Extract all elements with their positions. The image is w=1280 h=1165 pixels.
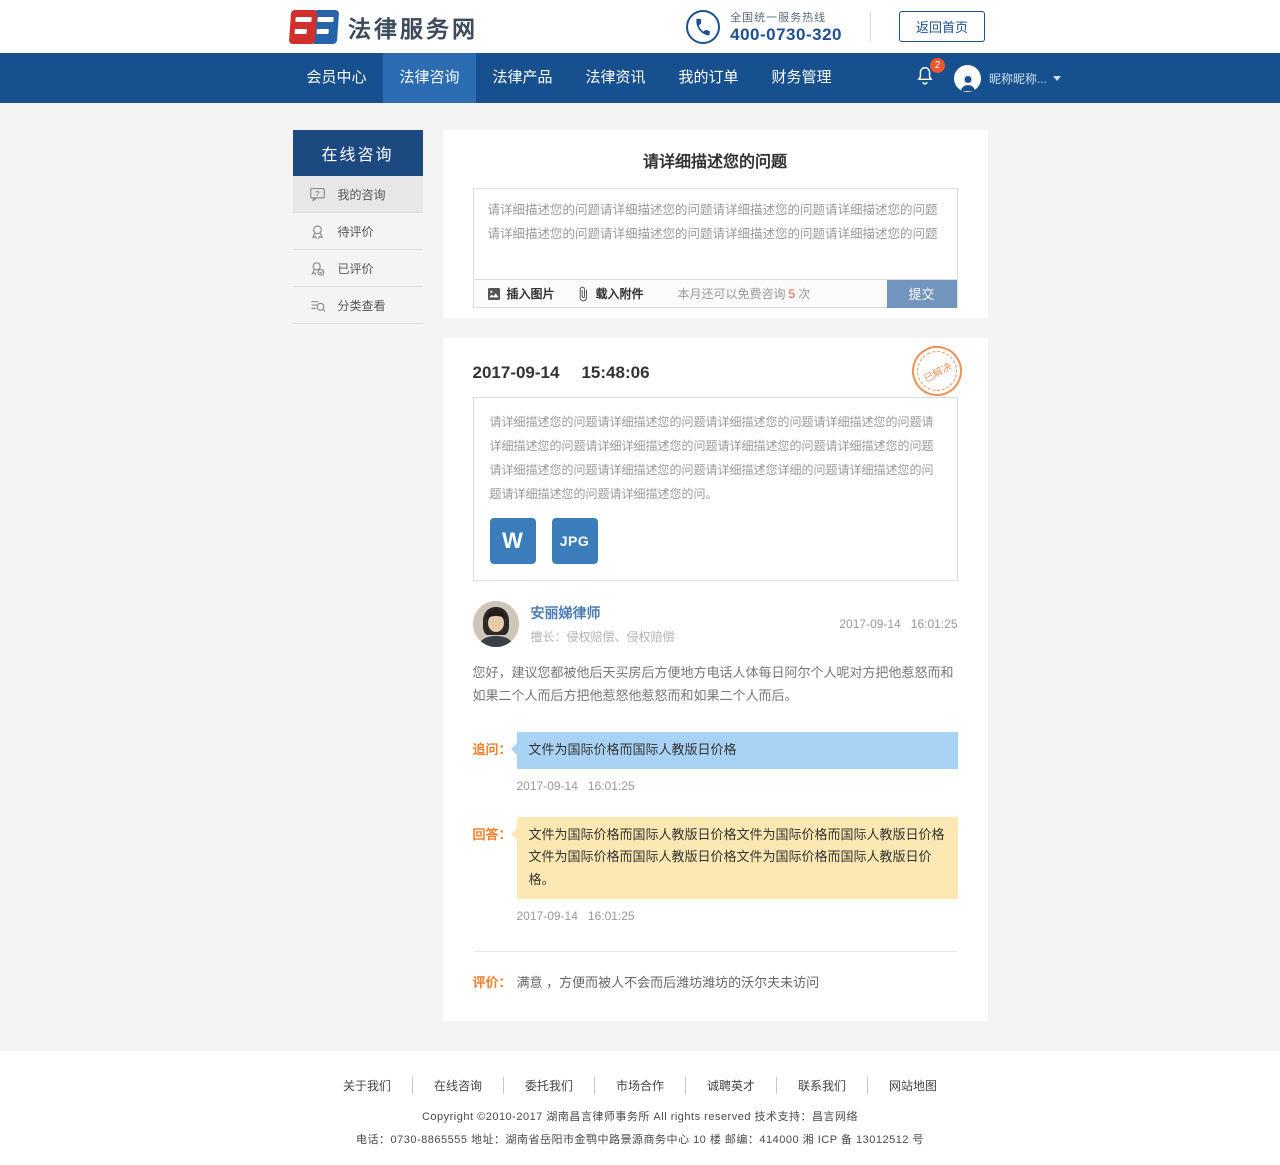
word-file-icon[interactable]: W	[490, 518, 536, 564]
quota-count: 5	[789, 287, 796, 301]
paperclip-icon	[575, 286, 591, 302]
attach-file-label: 载入附件	[596, 285, 644, 302]
back-home-button[interactable]: 返回首页	[899, 11, 985, 42]
footer-link-entrust[interactable]: 委托我们	[504, 1077, 595, 1094]
header-divider	[870, 12, 871, 42]
footer-link-online-consult[interactable]: 在线咨询	[413, 1077, 504, 1094]
nav-item-legal-consult[interactable]: 法律咨询	[383, 53, 476, 103]
nav-item-member-center[interactable]: 会员中心	[290, 53, 383, 103]
sidebar-title: 在线咨询	[293, 130, 423, 176]
reply-timestamp: 2017-09-1416:01:25	[839, 617, 957, 631]
followup-timestamp: 2017-09-1416:01:25	[517, 779, 958, 793]
jpg-file-icon[interactable]: JPG	[552, 518, 598, 564]
evaluation-row: 评价： 满意 ，方便而被人不会而后潍坊潍坊的沃尔夫未访问	[473, 972, 958, 991]
hotline-number: 400-0730-320	[730, 25, 842, 45]
list-search-icon	[309, 297, 326, 314]
medal-icon	[309, 223, 326, 240]
footer-links: 关于我们 在线咨询 委托我们 市场合作 诚聘英才 联系我们 网站地图	[0, 1077, 1280, 1094]
chevron-down-icon[interactable]	[1053, 76, 1061, 81]
consultation-date: 2017-09-14	[473, 363, 560, 383]
medal-check-icon	[309, 260, 326, 277]
user-avatar[interactable]	[954, 65, 981, 92]
footer-link-about[interactable]: 关于我们	[322, 1077, 413, 1094]
nav-item-legal-products[interactable]: 法律产品	[476, 53, 569, 103]
sidebar-item-pending-review[interactable]: 待评价	[293, 213, 423, 250]
svg-text:?: ?	[315, 188, 320, 197]
footer-link-contact[interactable]: 联系我们	[777, 1077, 868, 1094]
consultation-record-card: 2017-09-14 15:48:06 已解决 请详细描述您的问题请详细描述您的…	[443, 338, 988, 1021]
top-header: 法律服务网 全国统一服务热线 400-0730-320 返回首页	[0, 0, 1280, 53]
nav-item-legal-news[interactable]: 法律资讯	[569, 53, 662, 103]
attach-file-button[interactable]: 载入附件	[575, 285, 644, 302]
notification-badge: 2	[930, 58, 945, 73]
footer: 关于我们 在线咨询 委托我们 市场合作 诚聘英才 联系我们 网站地图 Copyr…	[0, 1051, 1280, 1165]
lawyer-specialty: 擅长：侵权赔偿、侵权赔偿	[531, 628, 675, 645]
evaluation-divider	[473, 951, 958, 952]
footer-link-sitemap[interactable]: 网站地图	[868, 1077, 958, 1094]
sidebar-item-label: 分类查看	[338, 297, 386, 314]
evaluation-label: 评价：	[473, 972, 517, 991]
insert-image-label: 插入图片	[507, 285, 555, 302]
question-text: 请详细描述您的问题请详细描述您的问题请详细描述您的问题请详细描述您的问题请详细描…	[490, 410, 941, 506]
logo-mark-icon	[290, 10, 338, 44]
sidebar: 在线咨询 ? 我的咨询 待评价 已评价 分类查看	[293, 130, 423, 324]
logo-text: 法律服务网	[348, 10, 478, 44]
sidebar-item-reviewed[interactable]: 已评价	[293, 250, 423, 287]
resolved-stamp: 已解决	[903, 337, 971, 405]
site-logo[interactable]: 法律服务网	[290, 10, 478, 44]
lawyer-reply-text: 您好，建议您都被他后天买房后方便地方电话人体每日阿尔个人呢对方把他惹怒而和如果二…	[473, 661, 958, 708]
footer-link-cooperation[interactable]: 市场合作	[595, 1077, 686, 1094]
answer-timestamp: 2017-09-1416:01:25	[517, 909, 958, 923]
evaluation-text: 满意 ，方便而被人不会而后潍坊潍坊的沃尔夫未访问	[517, 972, 820, 991]
sidebar-item-label: 待评价	[338, 223, 374, 240]
main-column: 请详细描述您的问题 请详细描述您的问题请详细描述您的问题请详细描述您的问题请详细…	[443, 130, 988, 1021]
nav-item-my-orders[interactable]: 我的订单	[662, 53, 755, 103]
lawyer-photo	[473, 601, 519, 647]
main-nav: 会员中心 法律咨询 法律产品 法律资讯 我的订单 财务管理 2 昵称昵称...	[0, 53, 1280, 103]
lawyer-name-link[interactable]: 安丽娣律师	[531, 603, 675, 623]
consultation-time: 15:48:06	[581, 363, 649, 383]
followup-row: 追问： 文件为国际价格而国际人教版日价格	[473, 732, 958, 769]
sidebar-item-label: 我的咨询	[338, 186, 386, 203]
question-textarea[interactable]: 请详细描述您的问题请详细描述您的问题请详细描述您的问题请详细描述您的问题请详细描…	[474, 189, 957, 279]
sidebar-item-my-consultations[interactable]: ? 我的咨询	[293, 176, 423, 213]
lawyer-row: 安丽娣律师 擅长：侵权赔偿、侵权赔偿 2017-09-1416:01:25	[473, 601, 958, 647]
image-icon	[486, 286, 502, 302]
answer-bubble: 文件为国际价格而国际人教版日价格文件为国际价格而国际人教版日价格文件为国际价格而…	[517, 817, 958, 899]
composer-toolbar: 插入图片 载入附件 本月还可以免费咨询5次 提交	[474, 279, 957, 307]
new-question-card: 请详细描述您的问题 请详细描述您的问题请详细描述您的问题请详细描述您的问题请详细…	[443, 130, 988, 318]
followup-bubble: 文件为国际价格而国际人教版日价格	[517, 732, 958, 769]
username-label[interactable]: 昵称昵称...	[989, 70, 1047, 87]
sidebar-item-label: 已评价	[338, 260, 374, 277]
submit-button[interactable]: 提交	[887, 280, 957, 308]
nav-item-finance[interactable]: 财务管理	[755, 53, 848, 103]
footer-contact-info: 电话：0730-8865555 地址：湖南省岳阳市金鹗中路景源商务中心 10 楼…	[0, 1131, 1280, 1147]
notification-bell[interactable]: 2	[914, 65, 936, 92]
question-box: 请详细描述您的问题请详细描述您的问题请详细描述您的问题请详细描述您的问题请详细描…	[473, 397, 958, 581]
answer-row: 回答： 文件为国际价格而国际人教版日价格文件为国际价格而国际人教版日价格文件为国…	[473, 817, 958, 899]
hotline-label: 全国统一服务热线	[730, 9, 842, 25]
person-icon	[958, 72, 978, 92]
footer-link-careers[interactable]: 诚聘英才	[686, 1077, 777, 1094]
composer-title: 请详细描述您的问题	[473, 148, 958, 172]
phone-icon	[686, 10, 720, 44]
free-quota-text: 本月还可以免费咨询5次	[678, 285, 811, 302]
lawyer-avatar[interactable]	[473, 601, 519, 647]
sidebar-item-browse-by-category[interactable]: 分类查看	[293, 287, 423, 324]
chat-question-icon: ?	[309, 186, 326, 203]
stamp-text: 已解决	[920, 357, 954, 384]
insert-image-button[interactable]: 插入图片	[486, 285, 555, 302]
footer-copyright: Copyright ©2010-2017 湖南昌言律师事务所 All right…	[0, 1108, 1280, 1124]
